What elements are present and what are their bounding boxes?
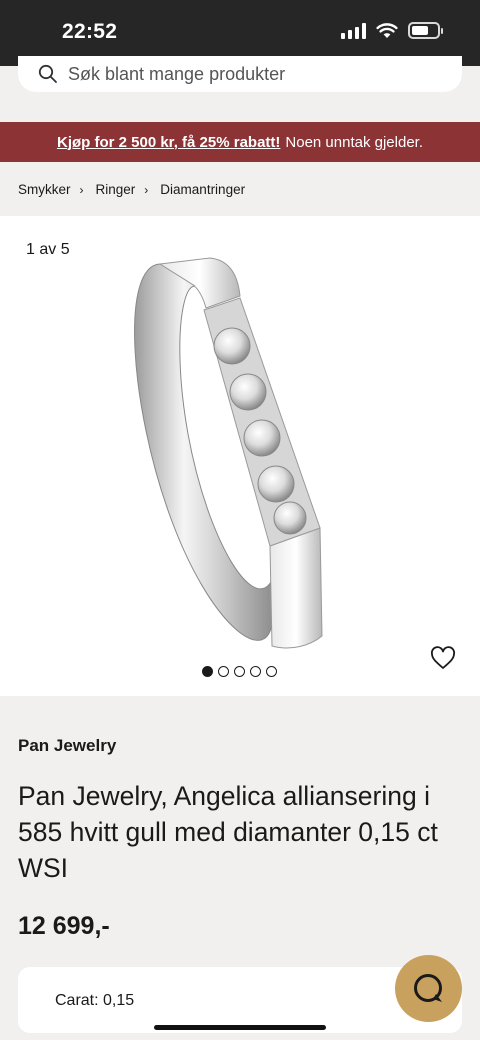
breadcrumb-item-smykker[interactable]: Smykker: [18, 182, 71, 197]
promo-note: Noen unntak gjelder.: [285, 133, 424, 151]
gallery-dot[interactable]: [202, 666, 213, 677]
product-price: 12 699,-: [18, 912, 110, 940]
search-bar[interactable]: [18, 56, 462, 92]
product-image-ring: [134, 257, 323, 649]
product-brand[interactable]: Pan Jewelry: [18, 736, 116, 756]
product-title: Pan Jewelry, Angelica alliansering i 585…: [18, 781, 438, 883]
search-area: [0, 56, 480, 122]
signal-icon: [341, 22, 366, 39]
status-icons: [341, 22, 443, 39]
promo-link[interactable]: Kjøp for 2 500 kr, få 25% rabatt!: [57, 134, 280, 151]
search-input[interactable]: [68, 63, 428, 85]
chat-button[interactable]: [395, 955, 462, 1022]
home-indicator[interactable]: [154, 1025, 326, 1030]
battery-icon: [408, 22, 443, 39]
chat-bubble-icon: [413, 973, 442, 1002]
wifi-icon: [376, 22, 398, 38]
gallery-dot[interactable]: [218, 666, 229, 677]
heart-outline-icon[interactable]: [430, 646, 456, 670]
breadcrumb-item-ringer[interactable]: Ringer: [96, 182, 136, 197]
breadcrumb: Smykker › Ringer › Diamantringer: [18, 182, 245, 197]
battery-level: [412, 26, 428, 35]
gallery-dot[interactable]: [234, 666, 245, 677]
chevron-right-icon: ›: [79, 182, 84, 197]
chevron-right-icon: ›: [144, 182, 149, 197]
promo-banner: Kjøp for 2 500 kr, få 25% rabatt! Noen u…: [0, 122, 480, 162]
product-spec-card: Carat: 0,15: [18, 967, 462, 1033]
product-image-gallery[interactable]: 1 av 5: [0, 216, 480, 696]
status-time: 22:52: [62, 20, 118, 43]
search-icon: [38, 64, 57, 83]
breadcrumb-item-diamantringer[interactable]: Diamantringer: [160, 182, 245, 197]
image-counter: 1 av 5: [26, 241, 70, 258]
gallery-dot[interactable]: [250, 666, 261, 677]
gallery-dot[interactable]: [266, 666, 277, 677]
gallery-pagination: [202, 666, 277, 677]
carat-spec: Carat: 0,15: [55, 992, 135, 1009]
